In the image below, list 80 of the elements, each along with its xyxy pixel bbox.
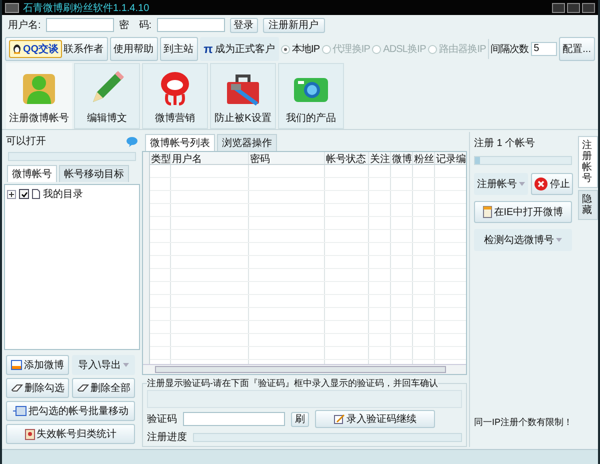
stop-icon: [534, 177, 548, 191]
login-button[interactable]: 登录: [230, 18, 258, 32]
id-card-icon: [24, 428, 34, 440]
side-tab[interactable]: 隐藏: [578, 190, 598, 220]
list-icon: [12, 406, 26, 416]
tab[interactable]: 浏览器操作: [217, 134, 277, 151]
customer-button[interactable]: π 成为正式客户: [200, 37, 279, 61]
document-icon: [32, 189, 40, 199]
feature-tile[interactable]: 我们的产品: [278, 63, 344, 129]
action-button[interactable]: 添加微博: [6, 355, 69, 375]
expand-icon[interactable]: [7, 190, 16, 198]
notebook-icon: [482, 206, 492, 218]
tile-label: 防止被K设置: [214, 112, 272, 124]
caret-icon: [122, 363, 129, 367]
stop-button[interactable]: 停止: [531, 173, 573, 195]
feature-tile[interactable]: 注册微博帐号: [6, 63, 72, 129]
tab[interactable]: 微博帐号列表: [145, 134, 215, 151]
captcha-field[interactable]: [183, 412, 285, 426]
config-button[interactable]: 配置...: [558, 37, 595, 61]
tab[interactable]: 微博帐号: [7, 165, 57, 182]
eraser-icon: [76, 384, 88, 392]
column-header[interactable]: 用户名: [171, 152, 249, 164]
eraser-icon: [10, 384, 22, 392]
register-user-button[interactable]: 注册新用户: [262, 18, 325, 32]
refresh-button[interactable]: 刷: [291, 412, 309, 426]
column-header[interactable]: 记录编: [435, 152, 466, 164]
tab[interactable]: 帐号移动目标: [59, 165, 129, 182]
maximize-button[interactable]: [567, 2, 580, 12]
minimize-button[interactable]: [552, 2, 565, 12]
form-icon: [11, 360, 22, 370]
open-in-ie-button[interactable]: 在IE中打开微博: [474, 201, 572, 223]
help-button[interactable]: 使用帮助: [110, 37, 158, 61]
tree-checkbox[interactable]: [19, 189, 29, 199]
register-account-button[interactable]: 注册帐号: [474, 173, 528, 195]
column-header[interactable]: 密码: [249, 152, 325, 164]
column-header[interactable]: 关注: [369, 152, 391, 164]
column-header[interactable]: 粉丝: [413, 152, 435, 164]
column-header[interactable]: 帐号状态: [325, 152, 369, 164]
field-label: 用户名:: [8, 18, 41, 32]
caret-icon: [519, 182, 525, 186]
group-title: 注册显示验证码-请在下面『验证码』框中录入显示的验证码，并回车确认: [147, 377, 438, 390]
tile-label: 我们的产品: [286, 112, 336, 124]
tree-item[interactable]: 我的目录: [43, 187, 83, 201]
limit-note: 同一IP注册个数有限制！: [474, 416, 572, 429]
interval-label: 间隔次数: [490, 43, 529, 56]
action-button[interactable]: 删除全部: [72, 378, 135, 398]
field-label: 验证码: [147, 413, 177, 426]
password-field[interactable]: [156, 18, 225, 32]
action-button[interactable]: 失效帐号归类统计: [6, 424, 135, 444]
feature-tile[interactable]: 微博营销: [142, 63, 208, 129]
side-tab[interactable]: 注册帐号: [578, 136, 598, 188]
check-weibo-button[interactable]: 检测勾选微博号: [474, 229, 572, 251]
submit-captcha-button[interactable]: 录入验证码继续: [315, 410, 435, 428]
contact-button[interactable]: QQ交谈 联系作者: [5, 37, 108, 61]
action-button[interactable]: 把勾选的帐号批量移动: [6, 401, 135, 421]
field-label: 密 码:: [118, 18, 152, 32]
username-field[interactable]: [46, 18, 114, 32]
panel-title: 可以打开: [6, 134, 46, 148]
interval-spinbox[interactable]: 5: [530, 42, 557, 56]
register-count: 注册 1 个帐号: [474, 136, 536, 150]
horizontal-scrollbar[interactable]: [143, 364, 466, 374]
close-button[interactable]: [582, 2, 595, 12]
home-button[interactable]: 到主站: [160, 37, 198, 61]
column-header[interactable]: 微博: [391, 152, 413, 164]
feature-tile[interactable]: 编辑博文: [74, 63, 140, 129]
caret-icon: [556, 238, 562, 242]
qq-chat-badge: QQ交谈: [9, 40, 62, 58]
progress-label: 注册进度: [147, 430, 187, 444]
feature-tile[interactable]: 防止被K设置: [210, 63, 276, 129]
action-button[interactable]: 导入\导出: [72, 355, 135, 375]
penguin-icon: [12, 44, 22, 54]
window-title: 石青微博刷粉丝软件1.1.4.10: [23, 2, 150, 14]
tile-label: 注册微博帐号: [9, 112, 69, 124]
window-icon: [5, 2, 19, 12]
ip-radio[interactable]: 本地IP: [280, 42, 320, 56]
tile-label: 微博营销: [155, 112, 195, 124]
action-button[interactable]: 删除勾选: [6, 378, 69, 398]
tile-label: 编辑博文: [87, 112, 127, 124]
speech-bubble-icon: [126, 136, 138, 146]
edit-icon: [334, 414, 344, 424]
